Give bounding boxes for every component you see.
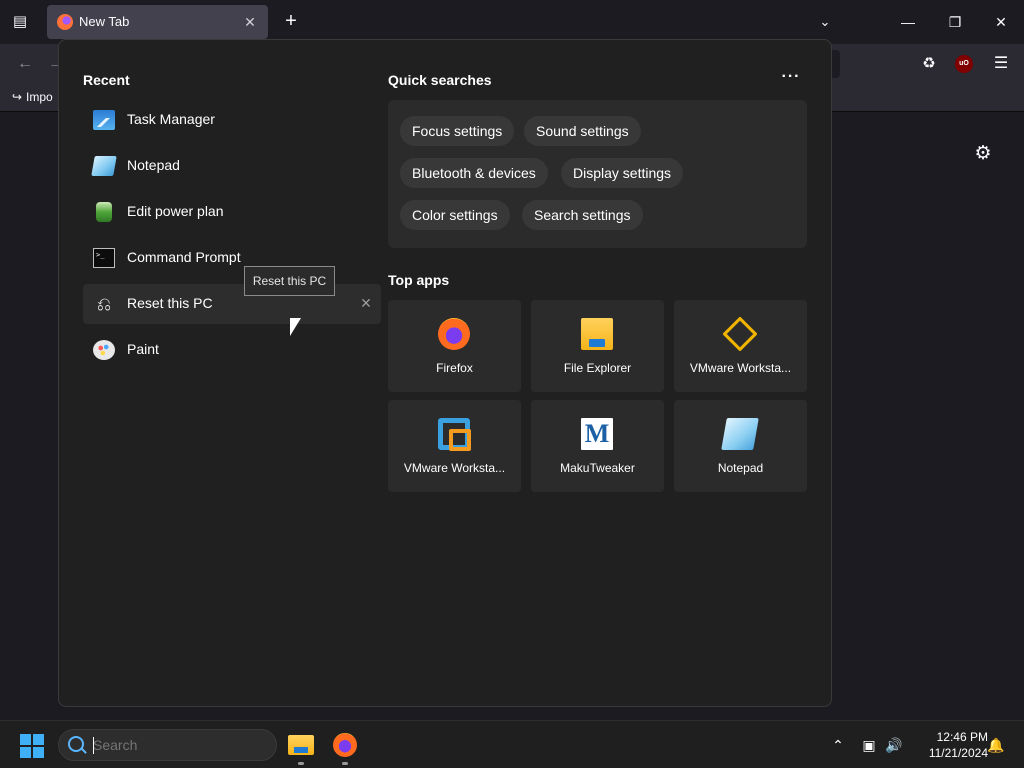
top-app-firefox[interactable]: Firefox [388, 300, 521, 392]
recent-list: Task Manager Notepad Edit power plan Com… [83, 100, 381, 376]
tooltip: Reset this PC [244, 266, 335, 296]
firefox-icon [57, 14, 73, 30]
file-explorer-icon [288, 735, 314, 755]
taskbar-search-box[interactable] [58, 729, 277, 761]
volume-icon[interactable]: 🔊 [884, 735, 904, 755]
quick-search-bluetooth-devices[interactable]: Bluetooth & devices [400, 158, 548, 188]
taskbar-clock[interactable]: 12:46 PM 11/21/2024 [912, 729, 988, 761]
taskbar-firefox[interactable] [329, 729, 361, 765]
hamburger-menu-icon[interactable]: ☰ [990, 53, 1012, 75]
chevron-up-icon[interactable]: ⌃ [828, 735, 848, 755]
recent-item-command-prompt[interactable]: Command Prompt [83, 238, 381, 278]
remove-icon[interactable]: ✕ [357, 294, 375, 312]
top-app-makutweaker[interactable]: M MakuTweaker [531, 400, 664, 492]
mouse-cursor-icon [290, 318, 301, 336]
notification-bell-icon[interactable]: 🔔 [986, 735, 1006, 755]
running-indicator [342, 762, 348, 765]
notepad-icon [721, 418, 759, 450]
bookmark-import[interactable]: ↪ Impo [12, 90, 53, 104]
text-caret [93, 737, 94, 754]
taskbar: ⌃ ▣ 🔊 12:46 PM 11/21/2024 🔔 [0, 720, 1024, 768]
minimize-icon[interactable]: — [896, 10, 920, 34]
clock-time: 12:46 PM [936, 730, 988, 744]
top-app-file-explorer[interactable]: File Explorer [531, 300, 664, 392]
power-plan-icon [96, 202, 112, 222]
search-input[interactable] [93, 737, 263, 753]
recent-title: Recent [83, 72, 130, 88]
vmware-icon [722, 316, 758, 352]
recent-item-paint[interactable]: Paint [83, 330, 381, 370]
recent-item-notepad[interactable]: Notepad [83, 146, 381, 186]
quick-search-display-settings[interactable]: Display settings [561, 158, 684, 188]
task-manager-icon [93, 110, 115, 130]
makutweaker-icon: M [581, 418, 613, 450]
quick-search-color-settings[interactable]: Color settings [400, 200, 510, 230]
recent-item-task-manager[interactable]: Task Manager [83, 100, 381, 140]
paint-icon [93, 340, 115, 360]
quick-searches-panel: Focus settings Sound settings Bluetooth … [388, 100, 807, 248]
file-explorer-icon [581, 318, 613, 350]
firefox-view-icon[interactable]: ▤ [8, 10, 32, 34]
search-flyout: Recent Task Manager Notepad Edit power p… [58, 39, 832, 707]
tab-title: New Tab [79, 14, 130, 29]
top-app-notepad[interactable]: Notepad [674, 400, 807, 492]
gear-icon[interactable]: ⚙ [972, 143, 994, 165]
quick-search-focus-settings[interactable]: Focus settings [400, 116, 515, 146]
close-window-icon[interactable]: ✕ [989, 10, 1013, 34]
command-prompt-icon [93, 248, 115, 268]
quick-search-sound-settings[interactable]: Sound settings [524, 116, 641, 146]
ublock-origin-icon[interactable]: uO [955, 55, 973, 73]
url-bar[interactable] [832, 50, 840, 78]
chevron-down-icon[interactable]: ⌄ [814, 11, 836, 33]
restore-icon[interactable]: ❐ [943, 10, 967, 34]
recent-item-edit-power-plan[interactable]: Edit power plan [83, 192, 381, 232]
network-icon[interactable]: ▣ [859, 735, 879, 755]
vmware-player-icon [438, 418, 471, 451]
firefox-icon [333, 733, 357, 757]
recent-item-reset-this-pc[interactable]: ⎌ Reset this PC ✕ [83, 284, 381, 324]
top-app-vmware-workstation[interactable]: VMware Worksta... [674, 300, 807, 392]
tab-new-tab[interactable]: New Tab ✕ [47, 5, 268, 39]
running-indicator [298, 762, 304, 765]
top-app-vmware-player[interactable]: VMware Worksta... [388, 400, 521, 492]
back-arrow-icon[interactable]: ← [14, 53, 36, 75]
top-apps-title: Top apps [388, 272, 450, 288]
import-icon: ↪ [12, 90, 23, 104]
clock-date: 11/21/2024 [928, 746, 988, 760]
taskbar-file-explorer[interactable] [285, 729, 317, 765]
close-icon[interactable]: ✕ [240, 12, 260, 32]
notepad-icon [91, 156, 117, 176]
quick-searches-title: Quick searches [388, 72, 492, 88]
more-options-icon[interactable]: ··· [779, 68, 803, 90]
firefox-icon [438, 318, 470, 350]
quick-search-search-settings[interactable]: Search settings [522, 200, 643, 230]
search-icon [68, 736, 84, 752]
extensions-icon[interactable]: ♻ [918, 53, 940, 75]
tab-bar: ▤ New Tab ✕ + ⌄ — ❐ ✕ [0, 0, 1024, 44]
new-tab-button[interactable]: + [280, 11, 302, 33]
windows-start-icon[interactable] [20, 734, 44, 758]
reset-pc-icon: ⎌ [96, 294, 112, 314]
